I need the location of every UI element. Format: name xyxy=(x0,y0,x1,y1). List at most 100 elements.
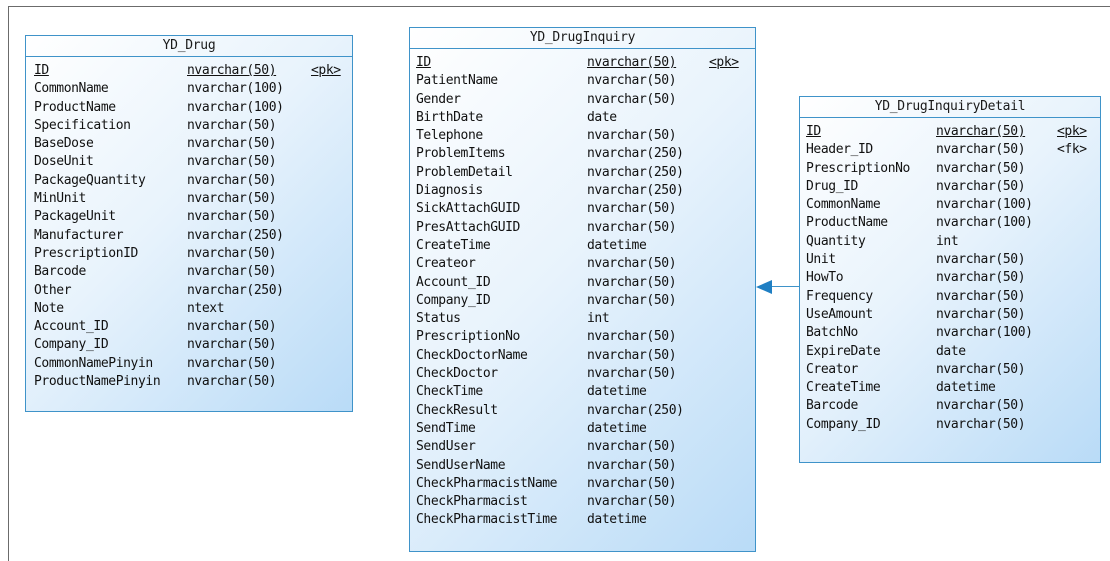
column-row[interactable]: SendUser nvarchar(50) xyxy=(410,438,755,456)
column-row[interactable]: CreateTime datetime xyxy=(410,237,755,255)
column-row[interactable]: CheckTime datetime xyxy=(410,383,755,401)
column-name: Specification xyxy=(34,117,131,133)
column-type: nvarchar(50) xyxy=(936,124,1026,139)
column-row[interactable]: PackageQuantity nvarchar(50) xyxy=(26,172,352,190)
column-type: nvarchar(50) xyxy=(936,142,1026,158)
column-row[interactable]: Manufacturer nvarchar(250) xyxy=(26,227,352,245)
column-type: nvarchar(100) xyxy=(187,81,284,97)
column-row[interactable]: CheckResult nvarchar(250) xyxy=(410,402,755,420)
column-row[interactable]: PackageUnit nvarchar(50) xyxy=(26,208,352,226)
column-row[interactable]: BatchNo nvarchar(100) xyxy=(800,324,1100,342)
column-row[interactable]: ProductNamePinyin nvarchar(50) xyxy=(26,373,352,391)
column-row[interactable]: CheckPharmacistName nvarchar(50) xyxy=(410,475,755,493)
column-name: Drug_ID xyxy=(806,178,858,194)
column-row[interactable]: ProductName nvarchar(100) xyxy=(800,214,1100,232)
column-type: nvarchar(50) xyxy=(587,292,677,308)
column-name: CheckPharmacistTime xyxy=(416,512,558,528)
column-row[interactable]: Status int xyxy=(410,310,755,328)
column-type: nvarchar(50) xyxy=(936,361,1026,377)
column-type: nvarchar(50) xyxy=(187,117,277,133)
column-row[interactable]: ExpireDate date xyxy=(800,343,1100,361)
column-row[interactable]: CheckDoctorName nvarchar(50) xyxy=(410,347,755,365)
column-key: <pk> xyxy=(1057,124,1087,139)
column-type: datetime xyxy=(587,237,647,253)
column-row[interactable]: Other nvarchar(250) xyxy=(26,282,352,300)
column-name: Manufacturer xyxy=(34,227,124,243)
column-row[interactable]: HowTo nvarchar(50) xyxy=(800,269,1100,287)
column-row[interactable]: ProblemItems nvarchar(250) xyxy=(410,145,755,163)
column-name: Unit xyxy=(806,252,836,268)
column-row[interactable]: SendUserName nvarchar(50) xyxy=(410,457,755,475)
column-row[interactable]: ID nvarchar(50) <pk> xyxy=(410,54,755,72)
column-type: datetime xyxy=(587,384,647,400)
column-row[interactable]: BirthDate date xyxy=(410,109,755,127)
column-row[interactable]: CommonName nvarchar(100) xyxy=(26,80,352,98)
column-row[interactable]: DoseUnit nvarchar(50) xyxy=(26,153,352,171)
entity-yd-druginquiry[interactable]: YD_DrugInquiry ID nvarchar(50) <pk> Patient… xyxy=(409,27,756,552)
entity-yd-druginquirydetail[interactable]: YD_DrugInquiryDetail ID nvarchar(50) <pk> H… xyxy=(799,96,1101,463)
column-row[interactable]: Header_ID nvarchar(50) <fk> xyxy=(800,141,1100,159)
column-row[interactable]: CheckPharmacistTime datetime xyxy=(410,511,755,529)
column-row[interactable]: ID nvarchar(50) <pk> xyxy=(26,62,352,80)
column-name: Quantity xyxy=(806,233,866,249)
column-name: Header_ID xyxy=(806,142,873,158)
column-row[interactable]: Createor nvarchar(50) xyxy=(410,255,755,273)
column-name: PackageUnit xyxy=(34,209,116,225)
column-row[interactable]: CommonName nvarchar(100) xyxy=(800,196,1100,214)
column-row[interactable]: Quantity int xyxy=(800,233,1100,251)
column-row[interactable]: Barcode nvarchar(50) xyxy=(26,263,352,281)
column-row[interactable]: Account_ID nvarchar(50) xyxy=(410,274,755,292)
column-type: nvarchar(100) xyxy=(936,325,1033,341)
entity-yd-drug[interactable]: YD_Drug ID nvarchar(50) <pk> CommonName nvar… xyxy=(25,35,353,412)
column-row[interactable]: CheckPharmacist nvarchar(50) xyxy=(410,493,755,511)
column-row[interactable]: Telephone nvarchar(50) xyxy=(410,127,755,145)
column-name: Account_ID xyxy=(34,319,109,335)
column-type: nvarchar(50) xyxy=(587,128,677,144)
column-row[interactable]: PresAttachGUID nvarchar(50) xyxy=(410,219,755,237)
column-row[interactable]: MinUnit nvarchar(50) xyxy=(26,190,352,208)
column-row[interactable]: CommonNamePinyin nvarchar(50) xyxy=(26,355,352,373)
column-row[interactable]: Diagnosis nvarchar(250) xyxy=(410,182,755,200)
column-row[interactable]: PrescriptionNo nvarchar(50) xyxy=(410,328,755,346)
column-row[interactable]: Unit nvarchar(50) xyxy=(800,251,1100,269)
column-name: CheckDoctorName xyxy=(416,347,528,363)
column-row[interactable]: BaseDose nvarchar(50) xyxy=(26,135,352,153)
column-type: nvarchar(50) xyxy=(587,366,677,382)
column-type: datetime xyxy=(587,512,647,528)
column-row[interactable]: PatientName nvarchar(50) xyxy=(410,72,755,90)
column-type: nvarchar(50) xyxy=(936,160,1026,176)
column-type: nvarchar(50) xyxy=(187,355,277,371)
column-row[interactable]: SendTime datetime xyxy=(410,420,755,438)
column-type: nvarchar(50) xyxy=(187,264,277,280)
column-row[interactable]: Company_ID nvarchar(50) xyxy=(26,336,352,354)
column-type: nvarchar(50) xyxy=(187,337,277,353)
column-name: PatientName xyxy=(416,73,498,89)
column-name: Company_ID xyxy=(416,292,491,308)
column-row[interactable]: Barcode nvarchar(50) xyxy=(800,397,1100,415)
entity-title: YD_Drug xyxy=(26,36,352,57)
column-row[interactable]: ProblemDetail nvarchar(250) xyxy=(410,164,755,182)
column-row[interactable]: Account_ID nvarchar(50) xyxy=(26,318,352,336)
column-row[interactable]: CheckDoctor nvarchar(50) xyxy=(410,365,755,383)
entity-columns: ID nvarchar(50) <pk> Header_ID nvarchar(50) <… xyxy=(800,118,1100,434)
column-row[interactable]: Company_ID nvarchar(50) xyxy=(410,292,755,310)
column-name: Barcode xyxy=(806,398,858,414)
column-row[interactable]: PrescriptionID nvarchar(50) xyxy=(26,245,352,263)
column-row[interactable]: Drug_ID nvarchar(50) xyxy=(800,178,1100,196)
column-type: nvarchar(50) xyxy=(587,55,677,70)
column-row[interactable]: PrescriptionNo nvarchar(50) xyxy=(800,160,1100,178)
column-row[interactable]: Note ntext xyxy=(26,300,352,318)
column-row[interactable]: CreateTime datetime xyxy=(800,379,1100,397)
column-type: nvarchar(50) xyxy=(187,136,277,152)
column-row[interactable]: Company_ID nvarchar(50) xyxy=(800,416,1100,434)
relationship-line[interactable] xyxy=(770,286,799,287)
column-row[interactable]: Creator nvarchar(50) xyxy=(800,361,1100,379)
column-row[interactable]: UseAmount nvarchar(50) xyxy=(800,306,1100,324)
column-row[interactable]: Gender nvarchar(50) xyxy=(410,91,755,109)
column-row[interactable]: ProductName nvarchar(100) xyxy=(26,99,352,117)
column-row[interactable]: Frequency nvarchar(50) xyxy=(800,288,1100,306)
column-name: ID xyxy=(34,63,49,78)
column-row[interactable]: Specification nvarchar(50) xyxy=(26,117,352,135)
column-row[interactable]: ID nvarchar(50) <pk> xyxy=(800,123,1100,141)
column-row[interactable]: SickAttachGUID nvarchar(50) xyxy=(410,200,755,218)
